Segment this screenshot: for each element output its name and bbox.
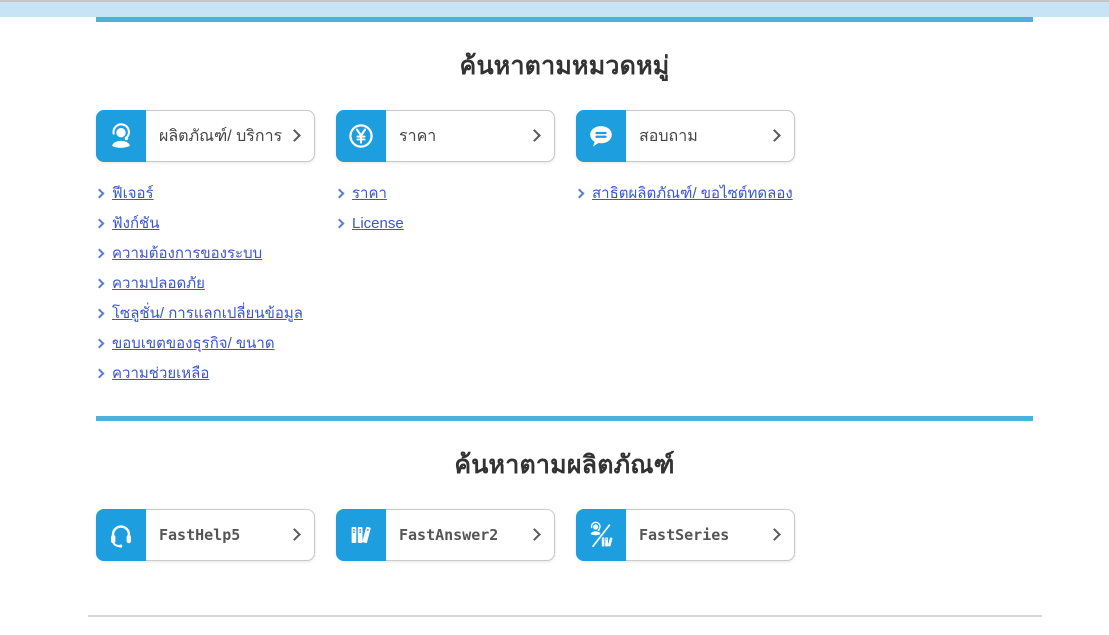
section-divider bbox=[96, 416, 1033, 421]
category-card-inquiry[interactable]: สอบถาม bbox=[576, 110, 795, 162]
product-card-label: FastAnswer2 bbox=[399, 526, 498, 544]
category-links-products-services: ฟีเจอร์ ฟังก์ชัน ความต้องการของระบบ ความ… bbox=[96, 178, 336, 388]
chevron-right-icon bbox=[528, 528, 541, 541]
link-functions[interactable]: ฟังก์ชัน bbox=[112, 211, 159, 235]
category-column-products-services: ผลิตภัณฑ์/ บริการ ฟีเจอร์ ฟังก์ชัน ความต… bbox=[96, 110, 336, 388]
product-column-fastseries: FastSeries bbox=[576, 509, 816, 561]
list-item: ราคา bbox=[336, 178, 576, 208]
chevron-right-icon bbox=[768, 528, 781, 541]
list-item: สาธิตผลิตภัณฑ์/ ขอไซต์ทดลอง bbox=[576, 178, 816, 208]
category-column-inquiry: สอบถาม สาธิตผลิตภัณฑ์/ ขอไซต์ทดลอง bbox=[576, 110, 816, 208]
yen-coin-icon bbox=[336, 110, 386, 162]
bottom-divider bbox=[88, 615, 1042, 617]
product-card-label: FastHelp5 bbox=[159, 526, 240, 544]
chevron-right-icon bbox=[288, 528, 301, 541]
products-grid: FastHelp5 bbox=[96, 509, 1033, 561]
chevron-right-icon bbox=[335, 188, 345, 198]
product-card-label: FastSeries bbox=[639, 526, 729, 544]
link-solutions-data-exchange[interactable]: โซลูชั่น/ การแลกเปลี่ยนข้อมูล bbox=[112, 301, 303, 325]
list-item: ความต้องการของระบบ bbox=[96, 238, 336, 268]
section-title-products: ค้นหาตามผลิตภัณฑ์ bbox=[96, 449, 1033, 481]
product-card-fasthelp5[interactable]: FastHelp5 bbox=[96, 509, 315, 561]
category-card-label: สอบถาม bbox=[639, 124, 698, 149]
chevron-right-icon bbox=[95, 188, 105, 198]
chevron-right-icon bbox=[95, 308, 105, 318]
category-card-products-services[interactable]: ผลิตภัณฑ์/ บริการ bbox=[96, 110, 315, 162]
product-column-fasthelp5: FastHelp5 bbox=[96, 509, 336, 561]
category-column-price: ราคา ราคา License bbox=[336, 110, 576, 238]
list-item: โซลูชั่น/ การแลกเปลี่ยนข้อมูล bbox=[96, 298, 336, 328]
link-license[interactable]: License bbox=[352, 215, 404, 232]
chevron-right-icon bbox=[528, 129, 541, 142]
books-icon bbox=[336, 509, 386, 561]
operator-headset-icon bbox=[96, 110, 146, 162]
list-item: ความช่วยเหลือ bbox=[96, 358, 336, 388]
list-item: License bbox=[336, 208, 576, 238]
chevron-right-icon bbox=[335, 218, 345, 228]
list-item: ความปลอดภัย bbox=[96, 268, 336, 298]
category-links-price: ราคา License bbox=[336, 178, 576, 238]
headset-icon bbox=[96, 509, 146, 561]
top-bar bbox=[0, 0, 1109, 17]
categories-grid: ผลิตภัณฑ์/ บริการ ฟีเจอร์ ฟังก์ชัน ความต… bbox=[96, 110, 1033, 388]
speech-bubble-icon bbox=[576, 110, 626, 162]
product-card-fastanswer2[interactable]: FastAnswer2 bbox=[336, 509, 555, 561]
chevron-right-icon bbox=[95, 248, 105, 258]
chevron-right-icon bbox=[95, 218, 105, 228]
main-content: ค้นหาตามหมวดหมู่ ผลิตภัณฑ์/ บริการ ฟีเจอ… bbox=[96, 50, 1033, 561]
link-support[interactable]: ความช่วยเหลือ bbox=[112, 361, 209, 385]
header-accent-rule bbox=[96, 17, 1033, 22]
link-business-scope-size[interactable]: ขอบเขตของธุรกิจ/ ขนาด bbox=[112, 331, 275, 355]
link-security[interactable]: ความปลอดภัย bbox=[112, 271, 205, 295]
list-item: ขอบเขตของธุรกิจ/ ขนาด bbox=[96, 328, 336, 358]
category-card-label: ราคา bbox=[399, 124, 436, 149]
chevron-right-icon bbox=[768, 129, 781, 142]
product-card-fastseries[interactable]: FastSeries bbox=[576, 509, 795, 561]
chevron-right-icon bbox=[95, 368, 105, 378]
chevron-right-icon bbox=[95, 338, 105, 348]
category-card-label: ผลิตภัณฑ์/ บริการ bbox=[159, 124, 282, 149]
product-column-fastanswer2: FastAnswer2 bbox=[336, 509, 576, 561]
category-card-price[interactable]: ราคา bbox=[336, 110, 555, 162]
list-item: ฟังก์ชัน bbox=[96, 208, 336, 238]
section-title-categories: ค้นหาตามหมวดหมู่ bbox=[96, 50, 1033, 82]
list-item: ฟีเจอร์ bbox=[96, 178, 336, 208]
chevron-right-icon bbox=[95, 278, 105, 288]
chevron-right-icon bbox=[288, 129, 301, 142]
operator-slash-books-icon bbox=[576, 509, 626, 561]
link-demo-trial-site[interactable]: สาธิตผลิตภัณฑ์/ ขอไซต์ทดลอง bbox=[592, 181, 793, 205]
link-system-requirements[interactable]: ความต้องการของระบบ bbox=[112, 241, 262, 265]
chevron-right-icon bbox=[575, 188, 585, 198]
category-links-inquiry: สาธิตผลิตภัณฑ์/ ขอไซต์ทดลอง bbox=[576, 178, 816, 208]
link-features[interactable]: ฟีเจอร์ bbox=[112, 181, 154, 205]
link-price[interactable]: ราคา bbox=[352, 181, 387, 205]
